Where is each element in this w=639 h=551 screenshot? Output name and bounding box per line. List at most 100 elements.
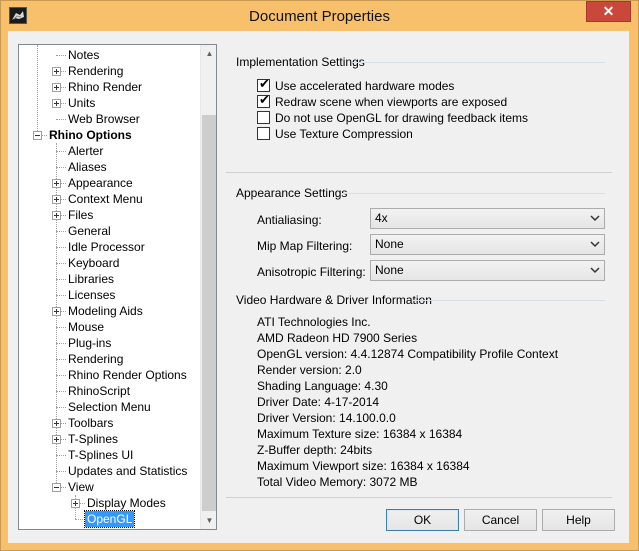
scroll-thumb[interactable] [202,115,216,511]
tree-item[interactable]: Appearance [19,175,200,191]
tree-item[interactable]: Files [19,207,200,223]
expand-icon[interactable] [52,83,61,92]
section-separator [226,172,612,173]
option-checkbox[interactable]: ✔ [257,93,270,108]
tree-item[interactable]: Rendering [19,351,200,367]
expand-icon[interactable] [52,419,61,428]
appearance-select[interactable]: 4x [370,208,605,229]
implementation-option[interactable]: Use Texture Compression [257,125,557,141]
tree-item[interactable]: General [19,223,200,239]
expand-icon[interactable] [52,179,61,188]
option-checkbox[interactable] [257,111,270,124]
tree-item-label: Rhino Render [68,80,143,94]
video-hardware-rule [412,300,605,301]
expand-icon[interactable] [52,99,61,108]
tree-item[interactable]: Alerter [19,143,200,159]
expand-icon[interactable] [52,435,61,444]
tree-connector [56,279,66,280]
implementation-settings-rule [352,62,605,63]
video-info-line: Render version: 2.0 [257,363,362,377]
tree-connector [56,263,66,264]
tree-item[interactable]: Rhino Render Options [19,367,200,383]
tree-connector [56,391,66,392]
collapse-icon[interactable] [33,131,42,140]
ok-button[interactable]: OK [386,509,459,531]
tree-connector [56,407,66,408]
select-value: 4x [375,211,388,225]
tree-item[interactable]: Rhino Render [19,79,200,95]
cancel-button[interactable]: Cancel [464,509,537,531]
tree-connector [56,167,66,168]
option-checkbox[interactable] [257,127,270,140]
tree-item-label: Updates and Statistics [68,464,188,478]
tree-connector [56,471,66,472]
tree-item-label: Idle Processor [68,240,145,254]
appearance-field-label: Mip Map Filtering: [257,239,353,253]
chevron-down-icon [589,235,601,254]
tree-item[interactable]: View [19,479,200,495]
tree-connector [56,247,66,248]
appearance-select[interactable]: None [370,234,605,255]
tree-item[interactable]: Rhino Options [19,127,200,143]
tree-item[interactable]: OpenGL [19,510,200,528]
tree-item[interactable]: T-Splines UI [19,447,200,463]
tree-item[interactable]: Modeling Aids [19,303,200,319]
tree-item[interactable]: Mouse [19,319,200,335]
appearance-select[interactable]: None [370,260,605,281]
tree-connector [56,359,66,360]
tree-item-label: Mouse [68,320,105,334]
tree-item-label: Licenses [68,288,116,302]
scroll-down-arrow-icon[interactable]: ▼ [201,512,216,529]
video-hardware-heading: Video Hardware & Driver Information [236,293,432,307]
tree-connector [56,231,66,232]
option-checkbox[interactable]: ✔ [257,77,270,92]
appearance-settings-rule [341,193,605,194]
tree-item[interactable]: T-Splines [19,431,200,447]
tree-item[interactable]: Units [19,95,200,111]
tree-item[interactable]: Plug-ins [19,335,200,351]
tree-item[interactable]: Selection Menu [19,399,200,415]
tree-item-label: Selection Menu [68,400,151,414]
select-value: None [375,237,404,251]
expand-icon[interactable] [52,307,61,316]
tree-scrollbar[interactable]: ▲ ▼ [200,45,216,529]
help-button[interactable]: Help [542,509,615,531]
expand-icon[interactable] [52,67,61,76]
tree-item[interactable]: Idle Processor [19,239,200,255]
tree-item[interactable]: Toolbars [19,415,200,431]
scroll-up-arrow-icon[interactable]: ▲ [201,45,216,62]
expand-icon[interactable] [52,211,61,220]
tree-item-label: T-Splines UI [68,448,134,462]
expand-icon[interactable] [71,499,80,508]
tree-item[interactable]: Keyboard [19,255,200,271]
title-bar[interactable]: Document Properties ✕ [1,1,638,31]
tree-item[interactable]: RhinoScript [19,383,200,399]
tree-item[interactable]: Updates and Statistics [19,463,200,479]
tree-item-label: Libraries [68,272,115,286]
settings-tree[interactable]: Notes Rendering Rhino Render Units Web Brows… [18,44,217,530]
tree-connector [56,455,66,456]
tree-item-label: Appearance [68,176,133,190]
tree-item-label: T-Splines [68,432,119,446]
implementation-settings-heading: Implementation Settings [236,55,365,69]
tree-item-label: Files [68,208,94,222]
implementation-option[interactable]: ✔ Use accelerated hardware modes [257,77,557,93]
implementation-option[interactable]: ✔ Redraw scene when viewports are exposed [257,93,557,109]
tree-connector [56,327,66,328]
tree-item-label: Alerter [68,144,104,158]
collapse-icon[interactable] [52,483,61,492]
implementation-option[interactable]: Do not use OpenGL for drawing feedback i… [257,109,557,125]
tree-item[interactable]: Display Modes [19,495,200,511]
tree-item[interactable]: Notes [19,47,200,63]
tree-item[interactable]: Context Menu [19,191,200,207]
close-button[interactable]: ✕ [586,1,631,22]
expand-icon[interactable] [52,195,61,204]
video-info-line: Shading Language: 4.30 [257,379,388,393]
tree-item[interactable]: Libraries [19,271,200,287]
tree-item[interactable]: Rendering [19,63,200,79]
tree-content: Notes Rendering Rhino Render Units Web Brows… [19,45,200,529]
tree-item[interactable]: Aliases [19,159,200,175]
tree-item[interactable]: Licenses [19,287,200,303]
tree-item[interactable]: Web Browser [19,111,200,127]
tree-item-label: Units [68,96,96,110]
